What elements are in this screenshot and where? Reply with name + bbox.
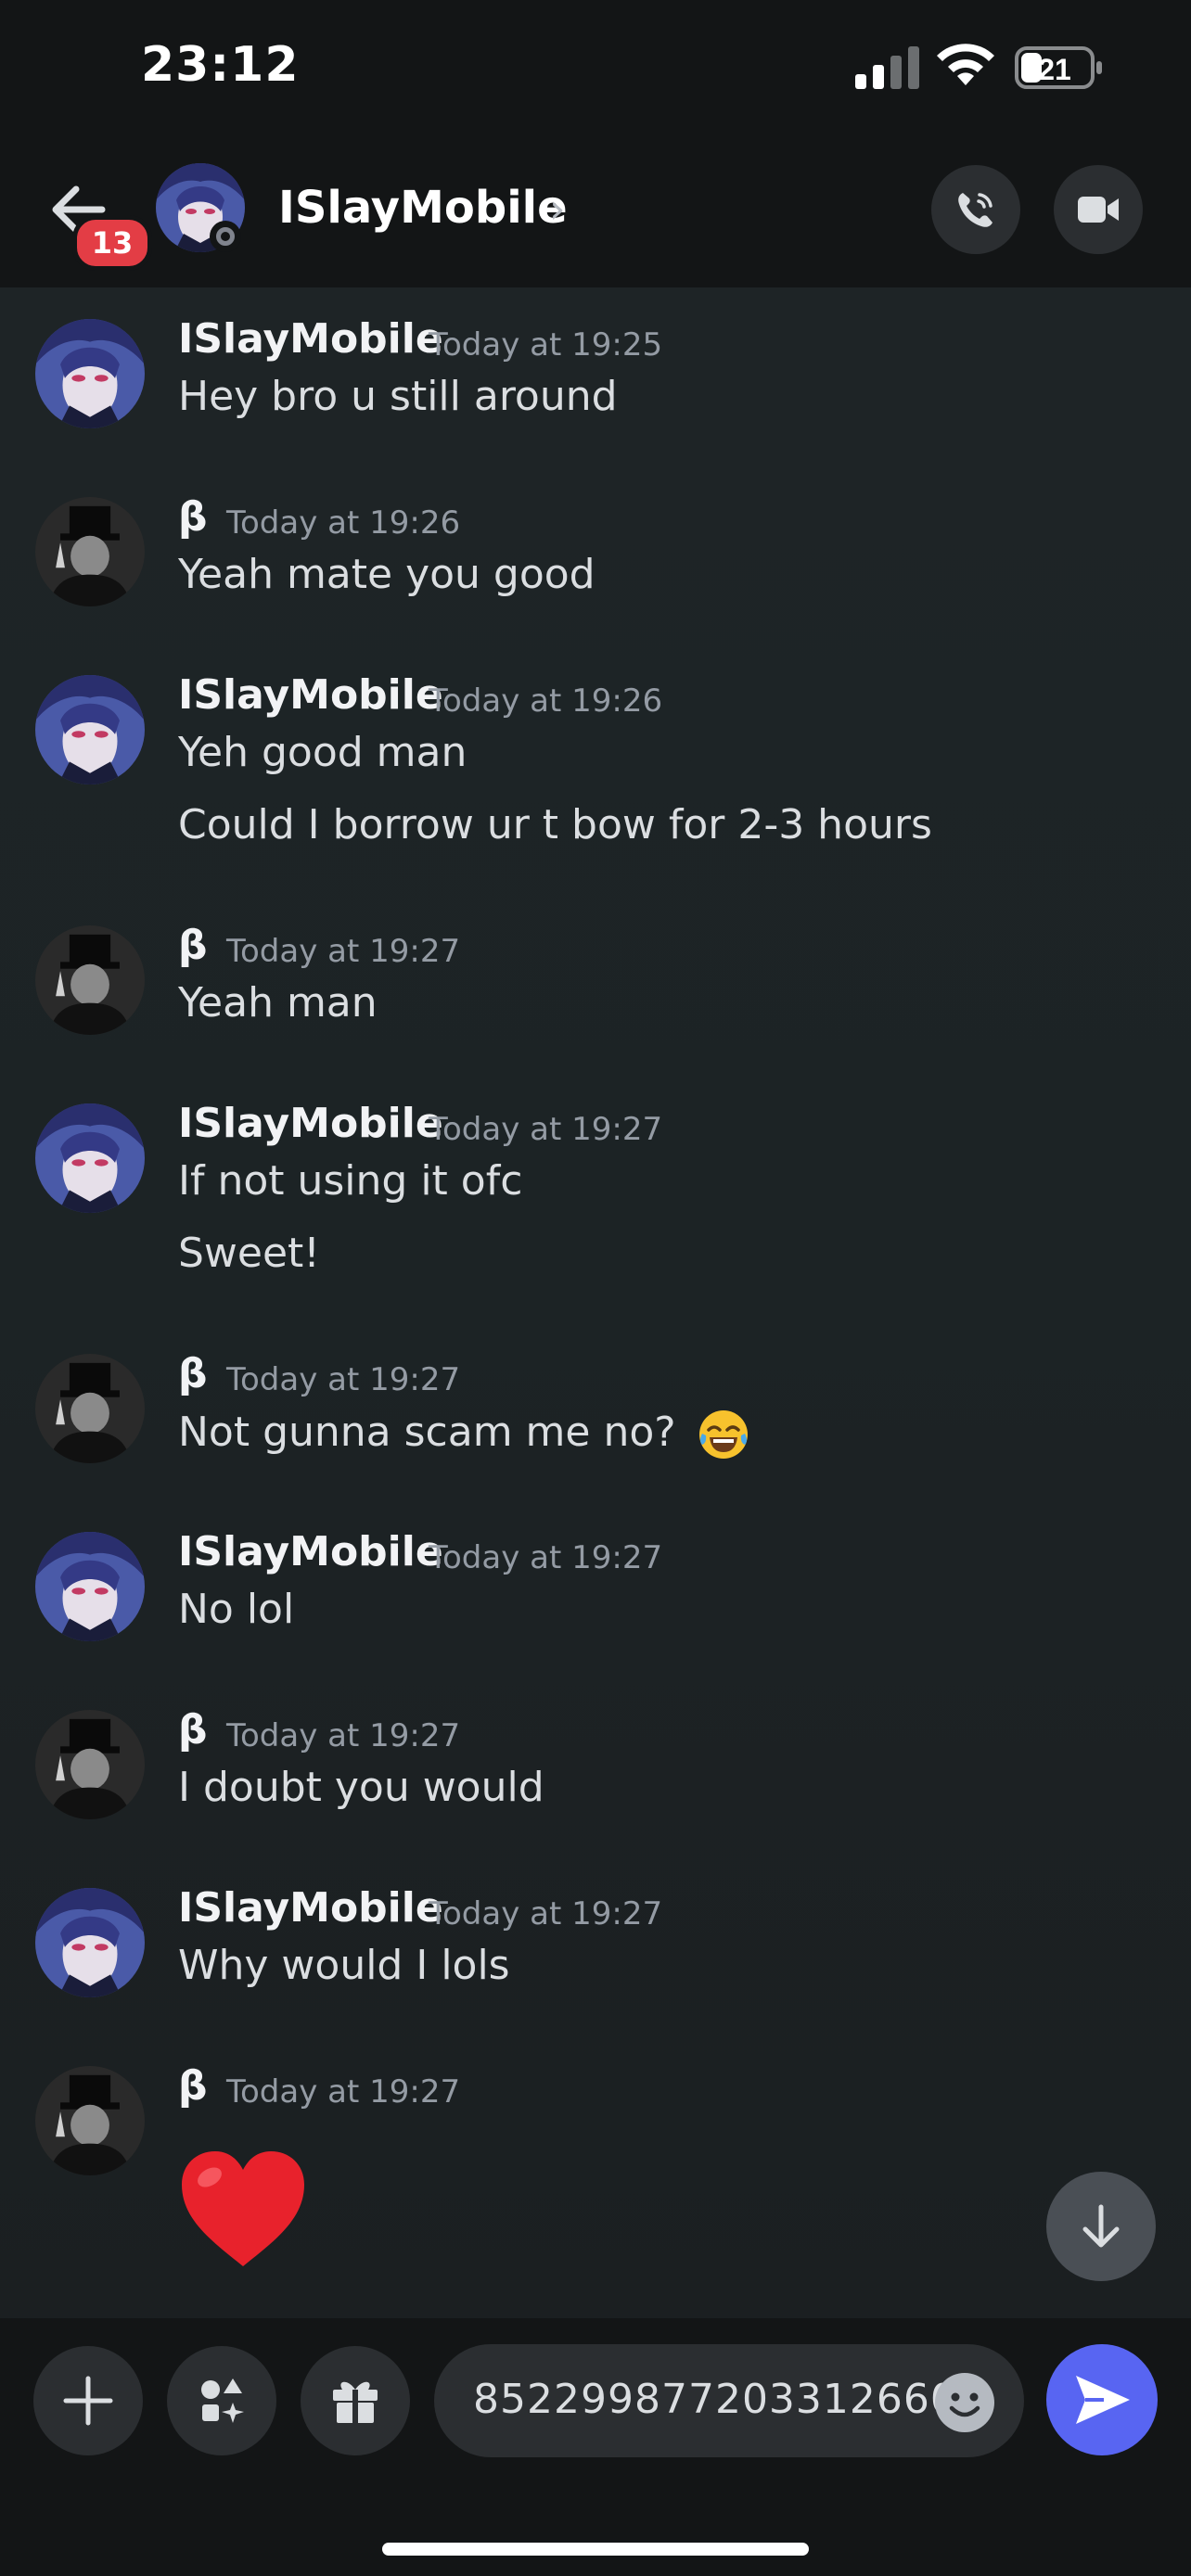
top-hat-avatar-image bbox=[35, 1354, 145, 1463]
anime-avatar-image bbox=[35, 319, 145, 428]
message-text: Could I borrow ur t bow for 2-3 hours bbox=[178, 801, 932, 848]
top-hat-avatar-image bbox=[35, 2066, 145, 2175]
home-indicator bbox=[382, 2543, 809, 2556]
battery-icon: 21 bbox=[1015, 46, 1102, 89]
message-text: Yeah mate you good bbox=[178, 551, 596, 598]
message-timestamp: Today at 19:27 bbox=[429, 1111, 663, 1148]
message-composer: 85229987720331266​0 bbox=[0, 2318, 1191, 2576]
chevron-right-icon[interactable]: › bbox=[549, 185, 566, 233]
video-call-button[interactable] bbox=[1054, 165, 1143, 254]
top-hat-avatar-image bbox=[35, 497, 145, 606]
message-timestamp: Today at 19:27 bbox=[226, 2073, 461, 2111]
arrow-down-icon bbox=[1082, 2204, 1120, 2248]
status-time: 23:12 bbox=[141, 37, 300, 93]
message-text: Why would I lols bbox=[178, 1942, 510, 1989]
message-text-content: Not gunna scam me no? bbox=[178, 1409, 676, 1456]
message-timestamp: Today at 19:27 bbox=[226, 933, 461, 970]
message-text: Not gunna scam me no? bbox=[178, 1408, 750, 1461]
tears-of-joy-emoji-icon bbox=[698, 1410, 748, 1459]
message-timestamp: Today at 19:26 bbox=[429, 682, 663, 720]
message-text: If not using it ofc bbox=[178, 1157, 523, 1205]
message-author[interactable]: β bbox=[178, 1350, 208, 1397]
message-author[interactable]: β bbox=[178, 493, 208, 541]
message-timestamp: Today at 19:27 bbox=[429, 1895, 663, 1932]
send-button[interactable] bbox=[1046, 2344, 1158, 2455]
message-author[interactable]: β bbox=[178, 922, 208, 969]
send-icon bbox=[1076, 2376, 1130, 2424]
chat-header: 13 ISlayMobile › bbox=[0, 139, 1191, 287]
user-avatar[interactable] bbox=[35, 1888, 145, 1997]
message-timestamp: Today at 19:25 bbox=[429, 326, 663, 363]
wifi-icon bbox=[937, 44, 994, 85]
user-avatar[interactable] bbox=[35, 675, 145, 784]
gift-button[interactable] bbox=[301, 2346, 410, 2455]
user-avatar[interactable] bbox=[35, 1532, 145, 1641]
top-hat-avatar-image bbox=[35, 1710, 145, 1819]
user-avatar[interactable] bbox=[35, 1103, 145, 1213]
message-author[interactable]: β bbox=[178, 1706, 208, 1753]
user-avatar[interactable] bbox=[35, 1710, 145, 1819]
user-avatar[interactable] bbox=[35, 497, 145, 606]
apps-icon bbox=[201, 2378, 244, 2423]
message-text: Hey bro u still around bbox=[178, 373, 618, 420]
message-text: I doubt you would bbox=[178, 1764, 544, 1811]
red-heart-emoji-icon bbox=[182, 2151, 304, 2266]
offline-status-icon bbox=[210, 221, 241, 252]
user-avatar[interactable] bbox=[35, 925, 145, 1035]
message-text: No lol bbox=[178, 1586, 295, 1633]
anime-avatar-image bbox=[35, 1888, 145, 1997]
message-text: Sweet! bbox=[178, 1230, 320, 1277]
battery-level: 21 bbox=[1038, 53, 1071, 86]
message-timestamp: Today at 19:27 bbox=[429, 1539, 663, 1576]
scroll-to-bottom-button[interactable] bbox=[1046, 2172, 1156, 2281]
user-avatar[interactable] bbox=[35, 1354, 145, 1463]
user-avatar[interactable] bbox=[35, 319, 145, 428]
message-timestamp: Today at 19:27 bbox=[226, 1361, 461, 1398]
voice-call-button[interactable] bbox=[931, 165, 1020, 254]
emoji-icon bbox=[949, 2392, 980, 2417]
message-author[interactable]: ISlayMobile bbox=[178, 1100, 443, 1147]
anime-avatar-image bbox=[35, 1532, 145, 1641]
chat-title[interactable]: ISlayMobile bbox=[278, 182, 568, 234]
message-text: Yeah man bbox=[178, 979, 378, 1027]
message-timestamp: Today at 19:26 bbox=[226, 504, 461, 542]
top-hat-avatar-image bbox=[35, 925, 145, 1035]
message-text: Yeh good man bbox=[178, 729, 467, 776]
message-timestamp: Today at 19:27 bbox=[226, 1717, 461, 1754]
message-author[interactable]: ISlayMobile bbox=[178, 671, 443, 719]
message-author[interactable]: ISlayMobile bbox=[178, 315, 443, 363]
apps-button[interactable] bbox=[167, 2346, 276, 2455]
unread-count-badge: 13 bbox=[72, 215, 152, 271]
anime-avatar-image bbox=[35, 675, 145, 784]
message-list[interactable]: ISlayMobile Today at 19:25 Hey bro u sti… bbox=[0, 287, 1191, 2318]
gift-icon bbox=[333, 2381, 378, 2423]
cellular-signal-icon bbox=[855, 46, 919, 89]
user-avatar[interactable] bbox=[35, 2066, 145, 2175]
plus-icon bbox=[63, 2376, 113, 2426]
message-input-value: 85229987720331266​0 bbox=[473, 2376, 957, 2423]
attach-button[interactable] bbox=[33, 2346, 143, 2455]
video-camera-icon bbox=[1078, 197, 1119, 223]
message-author[interactable]: β bbox=[178, 2062, 208, 2110]
anime-avatar-image bbox=[35, 1103, 145, 1213]
message-author[interactable]: ISlayMobile bbox=[178, 1884, 443, 1932]
status-bar: 23:12 21 bbox=[0, 0, 1191, 139]
message-author[interactable]: ISlayMobile bbox=[178, 1528, 443, 1575]
phone-icon bbox=[958, 193, 992, 227]
emoji-picker-button[interactable] bbox=[935, 2373, 994, 2432]
message-input[interactable]: 85229987720331266​0 bbox=[434, 2344, 1024, 2457]
